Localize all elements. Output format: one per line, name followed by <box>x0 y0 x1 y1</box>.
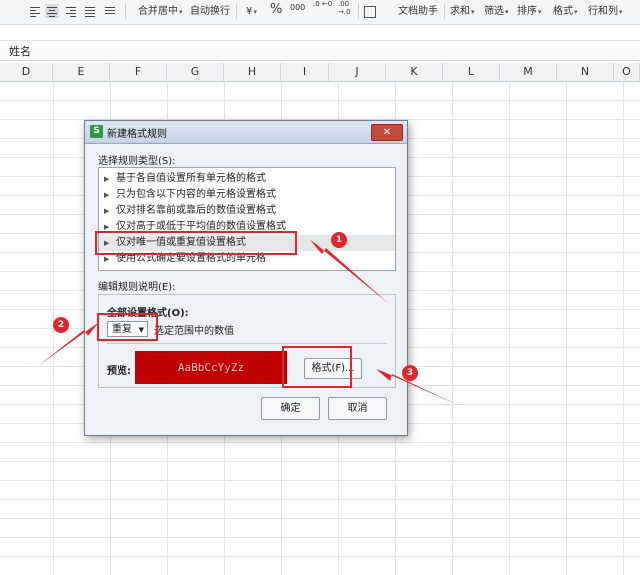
column-header[interactable]: K <box>386 63 443 81</box>
currency-icon: ¥ <box>246 6 253 17</box>
sort-label: 排序 <box>517 6 537 17</box>
align-left-icon[interactable] <box>28 4 42 18</box>
percent-button[interactable]: % <box>270 2 282 18</box>
rows-cols-button[interactable]: 行和列▾ <box>588 4 623 20</box>
chevron-down-icon: ▾ <box>471 8 475 16</box>
column-header[interactable]: N <box>557 63 614 81</box>
chevron-down-icon: ▾ <box>619 8 623 16</box>
column-header[interactable]: I <box>281 63 329 81</box>
table-style-icon[interactable] <box>364 6 376 18</box>
triangle-right-icon: ▶ <box>104 191 110 199</box>
rule-type-text: 基于各自值设置所有单元格的格式 <box>116 173 266 184</box>
justify-icon[interactable] <box>83 4 97 18</box>
dialog-titlebar[interactable]: S 新建格式规则 ✕ <box>85 121 407 144</box>
highlight-box-rule-type <box>95 231 297 255</box>
chevron-down-icon: ▾ <box>538 8 542 16</box>
format-label: 格式 <box>553 6 573 17</box>
format-button-ribbon[interactable]: 格式▾ <box>553 4 578 20</box>
divider <box>107 343 387 344</box>
decrease-decimal-button[interactable]: .00 →.0 <box>338 0 360 16</box>
rule-type-list[interactable]: ▶ 基于各自值设置所有单元格的格式 ▶ 只为包含以下内容的单元格设置格式 ▶ 仅对排名… <box>98 167 396 271</box>
merge-center-button[interactable]: 合并居中▾ <box>138 4 183 20</box>
column-header-row: D E F G H I J K L M N O <box>0 63 640 82</box>
currency-button[interactable]: ¥▾ <box>246 4 257 20</box>
column-header[interactable]: H <box>224 63 281 81</box>
chevron-down-icon: ▾ <box>179 8 183 16</box>
column-header[interactable]: F <box>110 63 167 81</box>
step-badge-2: 2 <box>53 317 69 333</box>
column-header[interactable]: M <box>500 63 557 81</box>
preview-label: 预览: <box>107 366 131 377</box>
column-header[interactable]: D <box>0 63 53 81</box>
rule-type-item[interactable]: ▶ 只为包含以下内容的单元格设置格式 <box>99 187 395 203</box>
rule-type-text: 只为包含以下内容的单元格设置格式 <box>116 189 276 200</box>
filter-button[interactable]: 筛选▾ <box>484 4 509 20</box>
increase-decimal-button[interactable]: .0 ←0 <box>313 0 333 16</box>
wps-app-icon: S <box>90 125 103 138</box>
toolbar-divider <box>444 3 445 19</box>
ribbon-toolbar: 合并居中▾ 自动换行 ¥▾ % 000 .0 ←0 .00 →.0 文档助手 求… <box>0 0 640 25</box>
toolbar-divider <box>125 3 126 19</box>
sum-button[interactable]: 求和▾ <box>450 4 475 20</box>
wrap-text-button[interactable]: 自动换行 <box>190 4 230 20</box>
column-header[interactable]: O <box>614 63 640 81</box>
highlight-box-format-button <box>282 346 352 388</box>
toolbar-divider <box>236 3 237 19</box>
rows-cols-label: 行和列 <box>588 6 618 17</box>
doc-helper-button[interactable]: 文档助手 <box>398 4 438 20</box>
formula-bar[interactable]: 姓名 <box>0 40 640 61</box>
step-badge-3: 3 <box>402 365 418 381</box>
ok-button[interactable]: 确定 <box>261 397 320 420</box>
filter-label: 筛选 <box>484 6 504 17</box>
column-header[interactable]: L <box>443 63 500 81</box>
highlight-box-dropdown <box>97 313 158 341</box>
align-center-icon[interactable] <box>45 4 59 18</box>
column-header[interactable]: J <box>329 63 386 81</box>
chevron-down-icon: ▾ <box>574 8 578 16</box>
range-description: 选定范围中的数值 <box>154 326 234 337</box>
rule-type-item[interactable]: ▶ 仅对排名靠前或靠后的数值设置格式 <box>99 203 395 219</box>
step-badge-1: 1 <box>331 232 347 248</box>
cancel-button[interactable]: 取消 <box>328 397 387 420</box>
sort-button[interactable]: 排序▾ <box>517 4 542 20</box>
format-preview: AaBbCcYyZz <box>135 351 287 384</box>
select-rule-type-label: 选择规则类型(S): <box>98 156 176 167</box>
new-format-rule-dialog: S 新建格式规则 ✕ 选择规则类型(S): ▶ 基于各自值设置所有单元格的格式 ▶… <box>84 120 408 436</box>
merge-center-label: 合并居中 <box>138 6 178 17</box>
rule-type-text: 仅对排名靠前或靠后的数值设置格式 <box>116 205 276 216</box>
toolbar-divider <box>358 3 359 19</box>
close-button[interactable]: ✕ <box>371 124 403 141</box>
align-right-icon[interactable] <box>64 4 78 18</box>
distributed-align-icon[interactable] <box>103 4 117 18</box>
chevron-down-icon: ▾ <box>253 8 257 16</box>
column-header[interactable]: E <box>53 63 110 81</box>
dialog-title: 新建格式规则 <box>107 129 167 140</box>
name-box-value: 姓名 <box>9 45 31 58</box>
triangle-right-icon: ▶ <box>104 175 110 183</box>
chevron-down-icon: ▾ <box>505 8 509 16</box>
triangle-right-icon: ▶ <box>104 207 110 215</box>
thousands-button[interactable]: 000 <box>290 0 305 16</box>
edit-rule-label: 编辑规则说明(E): <box>98 282 176 293</box>
rule-type-item[interactable]: ▶ 基于各自值设置所有单元格的格式 <box>99 171 395 187</box>
sum-label: 求和 <box>450 6 470 17</box>
column-header[interactable]: G <box>167 63 224 81</box>
